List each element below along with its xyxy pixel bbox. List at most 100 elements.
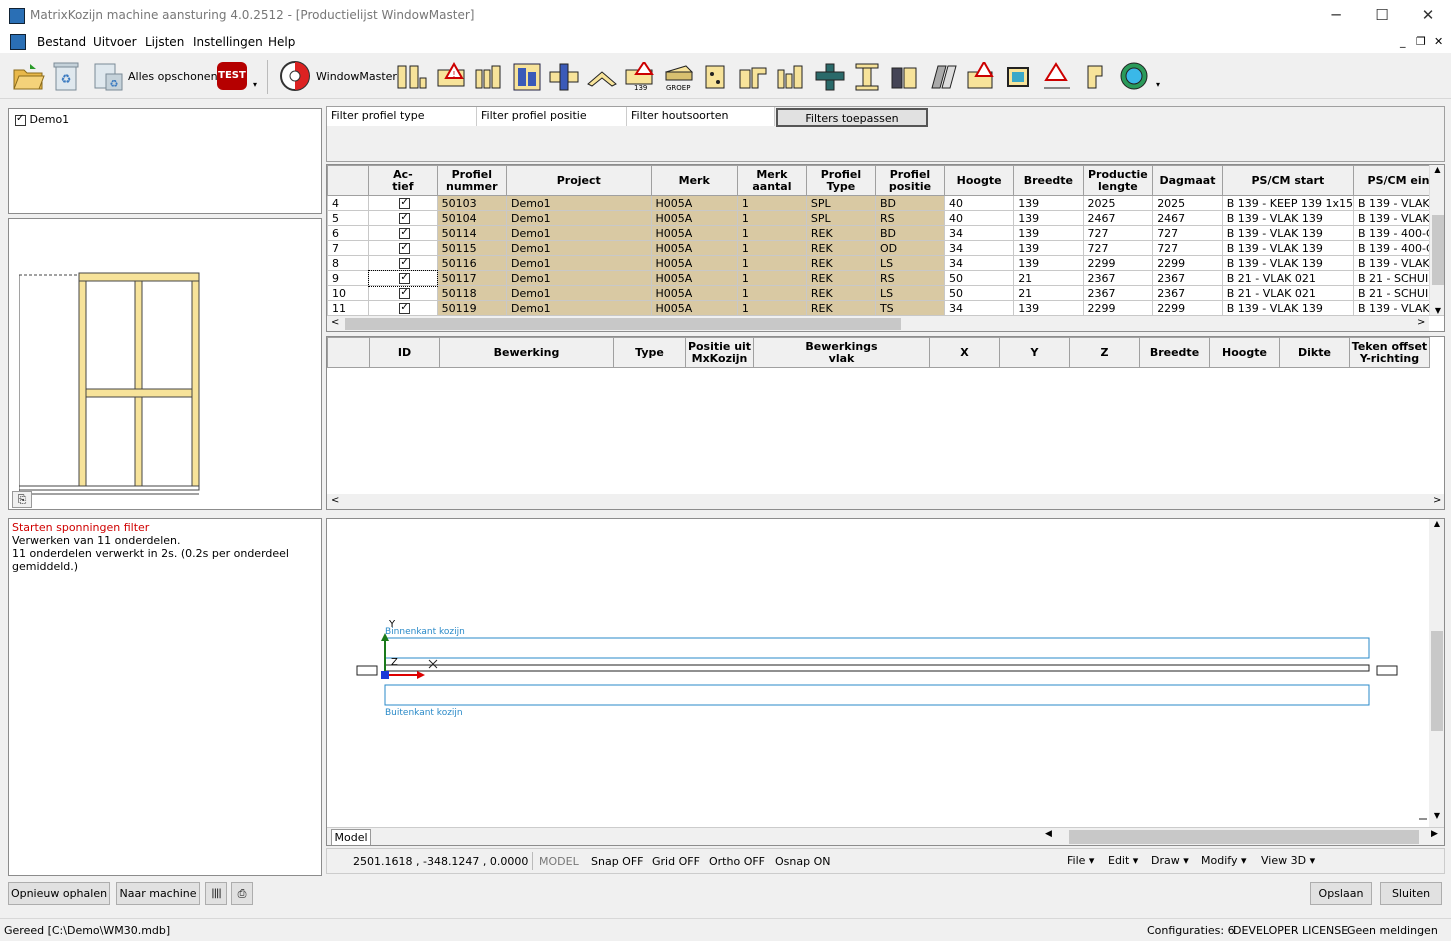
row-number-cell[interactable]: 4	[327, 195, 370, 211]
table-cell[interactable]: 727	[1152, 225, 1223, 241]
cad-menu-modify[interactable]: Modify ▾	[1201, 854, 1246, 867]
table-cell[interactable]: B 139 - VLAK 139	[1221, 225, 1354, 241]
table-cell[interactable]: H005A	[650, 210, 738, 226]
table-cell[interactable]: 727	[1082, 225, 1154, 241]
row-number-cell[interactable]: 9	[327, 270, 370, 286]
table-cell[interactable]: 2299	[1152, 300, 1223, 316]
table-cell[interactable]: Demo1	[506, 195, 652, 211]
cad-menu-draw[interactable]: Draw ▾	[1151, 854, 1189, 867]
table-cell[interactable]: 139	[1013, 195, 1084, 211]
menu-help[interactable]: Help	[268, 35, 295, 49]
table-cell[interactable]: 34	[944, 240, 1015, 256]
parts-col-header[interactable]: Profiel nummer	[436, 165, 508, 196]
table-cell[interactable]: LS	[874, 285, 946, 301]
parts-vscrollbar[interactable]: ▲ ▼	[1429, 165, 1444, 315]
table-cell[interactable]: RS	[874, 210, 946, 226]
active-checkbox[interactable]	[399, 272, 411, 284]
table-cell[interactable]: 2299	[1082, 255, 1154, 271]
tree-item-demo1[interactable]: Demo1	[15, 113, 69, 126]
table-cell[interactable]: H005A	[650, 240, 738, 256]
table-cell[interactable]: B 139 - VLAK 139	[1221, 210, 1354, 226]
table-cell[interactable]: 40	[944, 195, 1015, 211]
table-cell[interactable]: 1	[736, 225, 807, 241]
parts-col-header[interactable]: Merk	[650, 165, 738, 196]
table-cell[interactable]: 1	[736, 195, 807, 211]
maximize-button[interactable]: ☐	[1359, 0, 1405, 31]
test-button[interactable]: TEST	[217, 62, 247, 90]
apply-filters-button[interactable]: Filters toepassen	[776, 108, 928, 127]
table-cell[interactable]: LS	[874, 255, 946, 271]
parts-col-header[interactable]: Project	[506, 165, 652, 196]
table-cell[interactable]: H005A	[650, 285, 738, 301]
parts-col-header[interactable]: PS/CM start	[1221, 165, 1354, 196]
table-row[interactable]: 750115Demo1H005A1REKOD34139727727B 139 -…	[327, 240, 1444, 256]
table-cell[interactable]: 50	[944, 285, 1015, 301]
row-number-cell[interactable]: 10	[327, 285, 370, 301]
menu-lijsten[interactable]: Lijsten	[145, 35, 184, 49]
scroll-thumb[interactable]	[1432, 215, 1444, 285]
table-cell[interactable]: REK	[805, 285, 876, 301]
active-checkbox-cell[interactable]	[368, 285, 438, 301]
table-cell[interactable]: BD	[874, 195, 946, 211]
parts-col-header[interactable]: Merk aantal	[736, 165, 807, 196]
table-cell[interactable]: 2467	[1152, 210, 1223, 226]
cad-osnap-toggle[interactable]: Osnap ON	[775, 855, 830, 868]
test-dropdown-arrow[interactable]: ▾	[253, 80, 257, 89]
ops-col-header[interactable]: Breedte	[1139, 337, 1210, 368]
active-checkbox-cell[interactable]	[368, 225, 438, 241]
parts-hscrollbar[interactable]: < >	[327, 316, 1429, 331]
table-cell[interactable]: 50119	[436, 300, 508, 316]
scroll-right-arrow[interactable]: >	[1417, 317, 1425, 328]
table-cell[interactable]: 1	[736, 255, 807, 271]
table-cell[interactable]: 50116	[436, 255, 508, 271]
barcode-icon[interactable]: ||||	[205, 882, 227, 905]
table-cell[interactable]: RS	[874, 270, 946, 286]
active-checkbox-cell[interactable]	[367, 269, 439, 287]
active-checkbox[interactable]	[399, 242, 411, 254]
mdi-close-button[interactable]: ✕	[1434, 35, 1443, 48]
table-cell[interactable]: Demo1	[506, 285, 652, 301]
parts-col-header[interactable]: Breedte	[1013, 165, 1084, 196]
table-cell[interactable]: Demo1	[506, 210, 652, 226]
table-cell[interactable]: 727	[1152, 240, 1223, 256]
table-cell[interactable]: 139	[1013, 255, 1084, 271]
close-window-button[interactable]: Sluiten	[1380, 882, 1442, 905]
table-cell[interactable]: TS	[874, 300, 946, 316]
mdi-minimize-button[interactable]: _	[1400, 35, 1406, 48]
table-cell[interactable]: B 139 - VLAK 139	[1221, 300, 1354, 316]
cad-menu-file[interactable]: File ▾	[1067, 854, 1094, 867]
cad-vscrollbar[interactable]: ▲ ▼	[1429, 519, 1444, 827]
table-cell[interactable]: Demo1	[506, 240, 652, 256]
parts-col-header[interactable]: Profiel Type	[805, 165, 876, 196]
menu-bestand[interactable]: Bestand	[37, 35, 86, 49]
table-row[interactable]: 950117Demo1H005A1REKRS502123672367B 21 -…	[327, 269, 1444, 287]
table-cell[interactable]: B 139 - VLAK 139	[1221, 255, 1354, 271]
table-cell[interactable]: 1	[736, 300, 807, 316]
ops-col-header[interactable]: Y	[999, 337, 1070, 368]
open-folder-icon[interactable]	[12, 60, 46, 92]
active-checkbox-cell[interactable]	[368, 300, 438, 316]
copy-icon[interactable]: ⎘	[12, 491, 32, 508]
cad-hscroll-right[interactable]: ▶	[1431, 829, 1438, 839]
table-cell[interactable]: H005A	[650, 255, 738, 271]
windowmaster-label[interactable]: WindowMaster	[316, 70, 397, 83]
scroll-left-arrow[interactable]: <	[331, 317, 339, 328]
print-icon[interactable]: ⎙	[231, 882, 253, 905]
scroll-down-arrow[interactable]: ▼	[1430, 306, 1444, 315]
table-cell[interactable]: 50115	[436, 240, 508, 256]
table-row[interactable]: 1050118Demo1H005A1REKLS502123672367B 21 …	[327, 285, 1444, 301]
table-cell[interactable]: 50117	[436, 270, 508, 286]
table-cell[interactable]: H005A	[650, 195, 738, 211]
table-cell[interactable]: 34	[944, 300, 1015, 316]
table-cell[interactable]: 1	[736, 210, 807, 226]
ops-col-header[interactable]: ID	[369, 337, 440, 368]
table-cell[interactable]: 139	[1013, 240, 1084, 256]
cad-viewport[interactable]: Binnenkant kozijn Buitenkant kozijn Y Z …	[326, 518, 1445, 846]
table-cell[interactable]: B 139 - VLAK 139	[1221, 240, 1354, 256]
table-cell[interactable]: 1	[736, 270, 807, 286]
table-cell[interactable]: 2025	[1152, 195, 1223, 211]
table-cell[interactable]: 2467	[1082, 210, 1154, 226]
alles-opschonen-label[interactable]: Alles opschonen	[128, 70, 218, 83]
table-cell[interactable]: 34	[944, 255, 1015, 271]
ops-col-header[interactable]: Type	[613, 337, 686, 368]
